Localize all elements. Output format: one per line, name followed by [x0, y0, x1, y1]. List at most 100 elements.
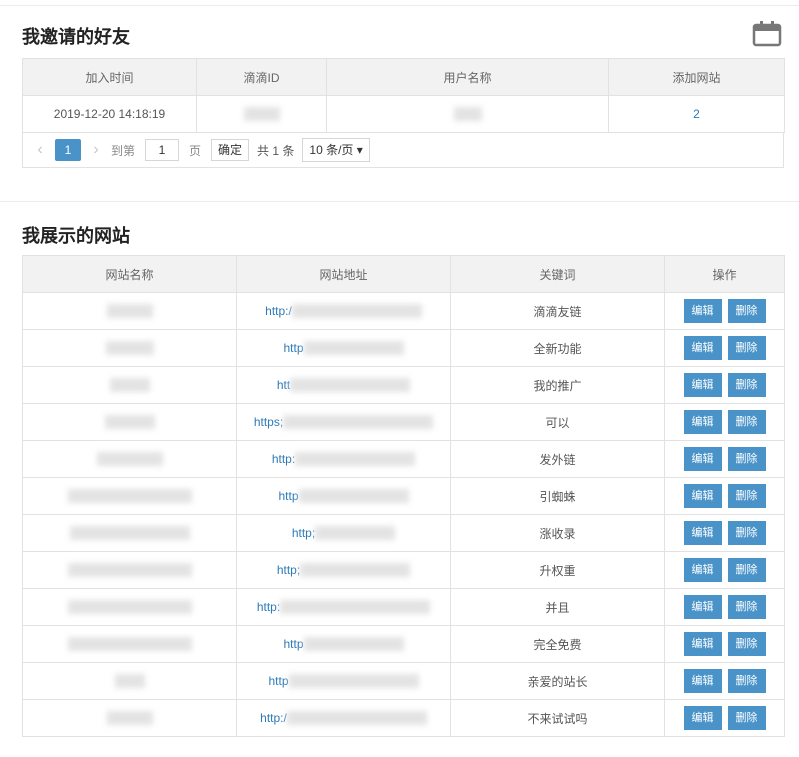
redacted-value — [290, 378, 411, 393]
keyword-cell: 升权重 — [450, 551, 665, 589]
keyword-cell: 引蜘蛛 — [450, 477, 665, 515]
actions-cell: 编辑 删除 — [664, 403, 785, 441]
delete-button[interactable]: 删除 — [727, 558, 766, 582]
delete-button[interactable]: 删除 — [727, 336, 766, 360]
delete-button[interactable]: 删除 — [727, 410, 766, 434]
redacted-value — [315, 526, 396, 541]
redacted-value — [243, 107, 280, 122]
edit-button[interactable]: 编辑 — [683, 373, 722, 397]
keyword-cell: 滴滴友链 — [450, 292, 665, 330]
delete-button[interactable]: 删除 — [727, 299, 766, 323]
site-url-link[interactable]: http:/ — [265, 304, 292, 318]
site-url-link[interactable]: http:/ — [260, 711, 287, 725]
site-name-cell — [22, 440, 237, 478]
site-url-cell[interactable]: http — [236, 662, 451, 700]
edit-button[interactable]: 编辑 — [683, 595, 722, 619]
redacted-value — [67, 637, 192, 652]
redacted-value — [69, 526, 190, 541]
current-page-button[interactable]: 1 — [55, 139, 81, 161]
site-url-cell[interactable]: http — [236, 477, 451, 515]
pagination: ‹ 1 › 到第 1 页 确定 共 1 条 10 条/页 ▾ — [22, 133, 784, 168]
sites-header-row: 网站名称 网站地址 关键词 操作 — [22, 255, 785, 293]
site-url-cell[interactable]: https; — [236, 403, 451, 441]
table-row: http 引蜘蛛 编辑 删除 — [22, 477, 785, 515]
calendar-icon[interactable] — [752, 20, 782, 47]
delete-button[interactable]: 删除 — [727, 447, 766, 471]
edit-button[interactable]: 编辑 — [683, 558, 722, 582]
keyword-cell: 并且 — [450, 588, 665, 626]
delete-button[interactable]: 删除 — [727, 484, 766, 508]
edit-button[interactable]: 编辑 — [683, 336, 722, 360]
delete-button[interactable]: 删除 — [727, 632, 766, 656]
added-sites-cell[interactable]: 2 — [608, 95, 785, 133]
site-url-cell[interactable]: http: — [236, 440, 451, 478]
site-url-cell[interactable]: http:/ — [236, 699, 451, 737]
edit-button[interactable]: 编辑 — [683, 484, 722, 508]
actions-cell: 编辑 删除 — [664, 551, 785, 589]
section-divider — [0, 201, 799, 202]
site-url-cell[interactable]: htt — [236, 366, 451, 404]
edit-button[interactable]: 编辑 — [683, 669, 722, 693]
next-page-icon[interactable]: › — [89, 141, 103, 159]
site-url-cell[interactable]: http — [236, 329, 451, 367]
actions-cell: 编辑 删除 — [664, 625, 785, 663]
redacted-value — [67, 600, 192, 615]
column-header-site-name: 网站名称 — [22, 255, 237, 293]
column-header-added-sites: 添加网站 — [608, 58, 785, 96]
top-divider — [0, 5, 799, 6]
keyword-cell: 全新功能 — [450, 329, 665, 367]
edit-button[interactable]: 编辑 — [683, 299, 722, 323]
edit-button[interactable]: 编辑 — [683, 521, 722, 545]
redacted-value — [300, 563, 411, 578]
site-url-cell[interactable]: http; — [236, 514, 451, 552]
sites-table-body: http:/滴滴友链 编辑 删除 http 全新功能 编辑 删除 htt 我的推广 编辑 删除 htt… — [22, 292, 785, 737]
sites-table: 网站名称 网站地址 关键词 操作 http:/滴滴友链 编辑 删除 http 全新功能编… — [22, 255, 785, 737]
edit-button[interactable]: 编辑 — [683, 706, 722, 730]
column-header-keyword: 关键词 — [450, 255, 665, 293]
delete-button[interactable]: 删除 — [727, 706, 766, 730]
edit-button[interactable]: 编辑 — [683, 632, 722, 656]
redacted-value — [67, 489, 192, 504]
keyword-cell: 我的推广 — [450, 366, 665, 404]
edit-button[interactable]: 编辑 — [683, 447, 722, 471]
site-url-cell[interactable]: http: — [236, 588, 451, 626]
site-url-link[interactable]: http — [278, 489, 298, 503]
friends-table: 加入时间 滴滴ID 用户名称 添加网站 2019-12-20 14:18:19 … — [22, 58, 785, 133]
table-row: http: 发外链 编辑 删除 — [22, 440, 785, 478]
redacted-value — [283, 415, 434, 430]
table-row: http; 涨收录 编辑 删除 — [22, 514, 785, 552]
site-url-link[interactable]: http; — [277, 563, 300, 577]
delete-button[interactable]: 删除 — [727, 669, 766, 693]
site-url-cell[interactable]: http; — [236, 551, 451, 589]
site-url-link[interactable]: http: — [272, 452, 295, 466]
site-url-link[interactable]: http — [283, 341, 303, 355]
site-name-cell — [22, 588, 237, 626]
prev-page-icon[interactable]: ‹ — [33, 141, 47, 159]
site-url-link[interactable]: http — [283, 637, 303, 651]
table-row: http 全新功能 编辑 删除 — [22, 329, 785, 367]
redacted-value — [106, 711, 153, 726]
delete-button[interactable]: 删除 — [727, 373, 766, 397]
actions-cell: 编辑 删除 — [664, 699, 785, 737]
delete-button[interactable]: 删除 — [727, 521, 766, 545]
redacted-value — [303, 637, 404, 652]
site-url-cell[interactable]: http:/ — [236, 292, 451, 330]
redacted-value — [104, 415, 155, 430]
site-url-link[interactable]: http; — [292, 526, 315, 540]
site-name-cell — [22, 551, 237, 589]
site-url-link[interactable]: htt — [277, 378, 290, 392]
redacted-value — [280, 600, 431, 615]
redacted-value — [303, 341, 404, 356]
actions-cell: 编辑 删除 — [664, 588, 785, 626]
site-url-link[interactable]: http: — [257, 600, 280, 614]
goto-page-input[interactable]: 1 — [145, 139, 180, 161]
actions-cell: 编辑 删除 — [664, 514, 785, 552]
confirm-button[interactable]: 确定 — [211, 139, 250, 161]
page-size-select[interactable]: 10 条/页 ▾ — [302, 138, 370, 162]
table-row: https; 可以 编辑 删除 — [22, 403, 785, 441]
site-url-link[interactable]: http — [268, 674, 288, 688]
delete-button[interactable]: 删除 — [727, 595, 766, 619]
site-url-cell[interactable]: http — [236, 625, 451, 663]
edit-button[interactable]: 编辑 — [683, 410, 722, 434]
site-url-link[interactable]: https; — [254, 415, 283, 429]
